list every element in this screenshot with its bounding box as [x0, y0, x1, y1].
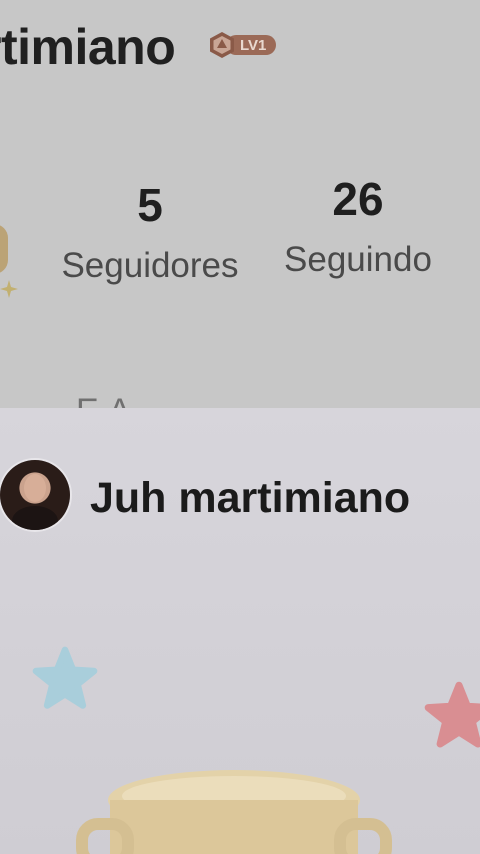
followers-label: Seguidores	[61, 246, 239, 285]
followers-count: 5	[137, 179, 163, 231]
star-icon	[424, 681, 480, 748]
following-stat[interactable]: 26 Seguindo	[270, 172, 446, 280]
card-username: Juh martimiano	[90, 474, 411, 522]
profile-card: Juh martimiano	[0, 408, 480, 854]
profile-username: rtimiano	[0, 19, 176, 75]
followers-stat[interactable]: 5 Seguidores	[46, 178, 254, 286]
trophy-icon	[76, 770, 392, 854]
avatar-face	[24, 474, 46, 502]
star-icon	[32, 646, 98, 709]
avatar[interactable]	[0, 460, 70, 530]
sparkle-icon	[0, 280, 18, 298]
avatar-body	[12, 506, 58, 530]
following-label: Seguindo	[284, 240, 432, 279]
cut-off-text: E A	[76, 392, 132, 408]
level-badge[interactable]: LV1	[208, 31, 288, 59]
trophy-icon	[0, 224, 8, 274]
hexagon-badge-icon	[210, 32, 234, 58]
profile-header: rtimiano LV1 5 Seguidores 26 Seguindo E …	[0, 0, 480, 408]
following-count: 26	[332, 173, 384, 225]
